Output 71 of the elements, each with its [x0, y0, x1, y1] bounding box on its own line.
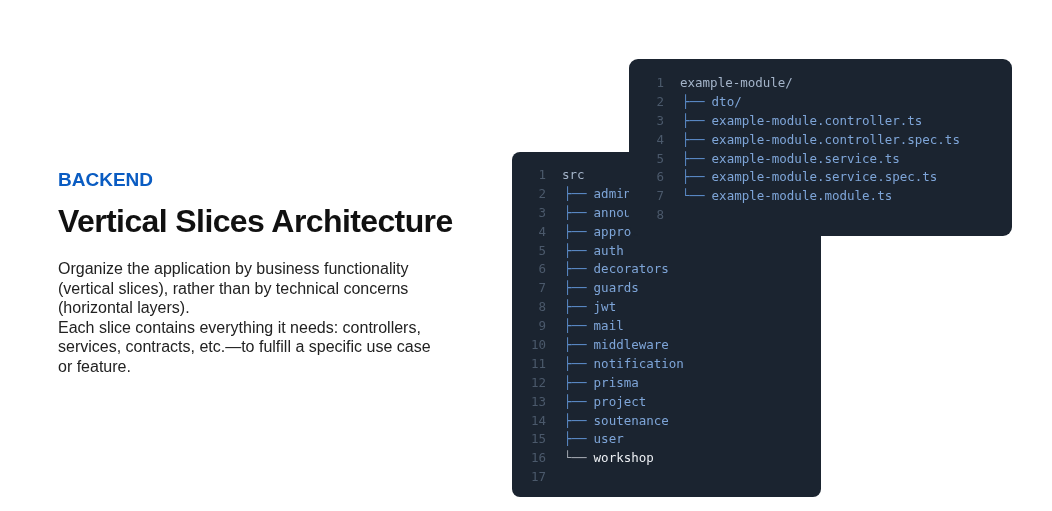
file-name: appro: [593, 223, 632, 239]
line-number: 8: [655, 207, 665, 223]
line-number: 4: [655, 131, 665, 147]
file-name: project: [593, 393, 647, 409]
tree-branch: ├──: [682, 112, 705, 128]
line-number: 5: [537, 242, 547, 258]
tree-branch: ├──: [682, 150, 705, 166]
file-name: guards: [593, 280, 639, 296]
file-name: decorators: [593, 261, 669, 277]
folder-name: src: [562, 166, 585, 182]
line-number: 14: [529, 412, 547, 428]
file-name: example-module.controller.spec.ts: [711, 131, 960, 147]
line-number: 2: [655, 93, 665, 109]
file-name: jwt: [593, 299, 617, 315]
tree-branch: └──: [564, 450, 587, 466]
folder-name: example-module/: [680, 74, 793, 90]
file-name: dto/: [711, 93, 742, 109]
file-name: auth: [593, 242, 624, 258]
file-name: user: [593, 431, 624, 447]
line-number: 8: [537, 299, 547, 315]
file-name: middleware: [593, 336, 669, 352]
line-number: 3: [655, 112, 665, 128]
line-number: 13: [529, 393, 547, 409]
tree-branch: ├──: [682, 93, 705, 109]
line-number: 2: [537, 185, 547, 201]
line-number: 9: [537, 318, 547, 334]
tree-branch: ├──: [564, 412, 587, 428]
line-number: 1: [537, 166, 547, 182]
line-number: 7: [537, 280, 547, 296]
tree-branch: ├──: [564, 355, 587, 371]
file-name: prisma: [593, 374, 639, 390]
file-name: soutenance: [593, 412, 669, 428]
tree-branch: ├──: [564, 299, 587, 315]
file-name: notification: [593, 355, 684, 371]
tree-branch: ├──: [564, 223, 587, 239]
line-number: 16: [529, 450, 547, 466]
section-label: BACKEND: [58, 168, 154, 192]
file-name: example-module.service.spec.ts: [711, 169, 938, 185]
file-name: example-module.controller.ts: [711, 112, 923, 128]
file-name: workshop: [593, 450, 654, 466]
tree-branch: └──: [682, 188, 705, 204]
line-number: 15: [529, 431, 547, 447]
line-number: 6: [537, 261, 547, 277]
page-title: Vertical Slices Architecture: [58, 202, 454, 241]
tree-branch: ├──: [564, 280, 587, 296]
tree-branch: ├──: [564, 204, 587, 220]
tree-branch: ├──: [564, 336, 587, 352]
tree-branch: ├──: [564, 242, 587, 258]
line-number: 12: [529, 374, 547, 390]
tree-branch: ├──: [564, 261, 587, 277]
description-text: Each slice contains everything it needs: controllers, services, contracts, etc.—to fulfill a specific use case or feature.: [58, 317, 432, 376]
tree-branch: ├──: [682, 131, 705, 147]
tree-branch: ├──: [564, 431, 587, 447]
line-number: 4: [537, 223, 547, 239]
line-number: 5: [655, 150, 665, 166]
line-number: 1: [655, 74, 665, 90]
file-name: mail: [593, 318, 624, 334]
tree-branch: ├──: [564, 374, 587, 390]
line-number: 10: [529, 336, 547, 352]
line-number: 6: [655, 169, 665, 185]
tree-branch: ├──: [564, 185, 587, 201]
file-name: example-module.module.ts: [711, 188, 893, 204]
tree-branch: ├──: [564, 393, 587, 409]
line-number: 7: [655, 188, 665, 204]
line-number: 17: [529, 469, 547, 485]
tree-branch: ├──: [564, 318, 587, 334]
line-number: 3: [537, 204, 547, 220]
description-text: Organize the application by business functionality (vertical slices), rather than by technical concerns (horizontal layers).: [58, 259, 410, 318]
line-number: 11: [529, 355, 547, 371]
file-name: example-module.service.ts: [711, 150, 900, 166]
tree-branch: ├──: [682, 169, 705, 185]
